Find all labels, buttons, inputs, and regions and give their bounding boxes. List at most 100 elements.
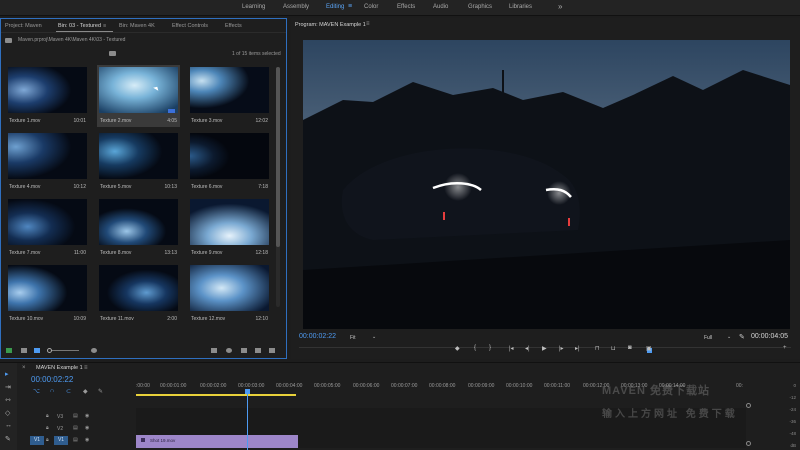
- resolution-dropdown[interactable]: Full: [704, 335, 712, 341]
- sync-lock-icon[interactable]: ▤: [73, 437, 78, 443]
- workspace-menu-icon[interactable]: ≡: [348, 3, 352, 10]
- more-workspaces-icon[interactable]: »: [558, 2, 562, 11]
- tab-bin-maven-4k[interactable]: Bin: Maven 4K: [119, 23, 155, 29]
- sequence-title[interactable]: MAVEN Example 1: [36, 365, 83, 371]
- go-to-in-icon[interactable]: |◂: [509, 345, 514, 352]
- playhead-timecode[interactable]: 00:00:02:22: [299, 333, 336, 340]
- add-button-icon[interactable]: +: [783, 345, 787, 351]
- tab-project[interactable]: Project: Maven: [5, 23, 42, 29]
- find-icon[interactable]: [226, 348, 232, 353]
- timeline-clip[interactable]: Shot 19.mov: [136, 435, 298, 448]
- thumbnail-item[interactable]: Texture 7.mov 11:00: [6, 197, 89, 259]
- nest-toggle-icon[interactable]: ⌥: [33, 388, 40, 395]
- sequence-menu-icon[interactable]: ≡: [84, 365, 88, 371]
- go-to-out-icon[interactable]: ▸|: [575, 345, 580, 352]
- settings-wrench-icon[interactable]: ✎: [739, 333, 745, 341]
- parent-folder-icon[interactable]: [109, 51, 116, 56]
- timeline-vertical-scrollbar[interactable]: [746, 403, 751, 448]
- ripple-edit-tool-icon[interactable]: ⇿: [5, 396, 11, 404]
- snap-icon[interactable]: ∩: [50, 388, 54, 394]
- sync-lock-icon[interactable]: ▤: [73, 425, 78, 431]
- zoom-level-dropdown[interactable]: Fit: [350, 335, 356, 341]
- thumbnail-item[interactable]: Texture 12.mov 12:10: [188, 263, 271, 325]
- clip-badge-icon: [168, 109, 175, 113]
- camera-export-frame-icon[interactable]: ◙: [628, 345, 632, 351]
- play-icon[interactable]: ▶: [542, 345, 547, 352]
- step-back-icon[interactable]: ◂|: [525, 345, 530, 352]
- thumbnail-item[interactable]: Texture 4.mov 10:12: [6, 131, 89, 193]
- source-patch-v1[interactable]: V1: [30, 436, 44, 445]
- add-marker-icon[interactable]: ◆: [455, 345, 460, 352]
- panel-menu-icon[interactable]: ≡: [366, 21, 370, 27]
- pen-tool-icon[interactable]: ✎: [5, 435, 11, 443]
- workspace-editing[interactable]: Editing: [326, 4, 344, 10]
- thumbnail-item-selected[interactable]: Texture 2.mov 4:05: [97, 65, 180, 127]
- icon-view-icon[interactable]: [34, 348, 40, 353]
- clip-duration: 7:18: [258, 184, 268, 190]
- timeline-settings-icon[interactable]: ✎: [98, 388, 103, 395]
- thumbnail-item[interactable]: Texture 8.mov 13:13: [97, 197, 180, 259]
- eye-icon[interactable]: ◉: [85, 437, 89, 443]
- workspace-learning[interactable]: Learning: [242, 4, 265, 10]
- razor-tool-icon[interactable]: ◇: [5, 409, 10, 417]
- timeline-playhead[interactable]: [247, 390, 248, 450]
- tab-effect-controls[interactable]: Effect Controls: [172, 23, 208, 29]
- thumbnail-item[interactable]: Texture 10.mov 10:09: [6, 263, 89, 325]
- scroll-handle-top[interactable]: [746, 403, 751, 408]
- tab-effects[interactable]: Effects: [225, 23, 242, 29]
- workspace-effects[interactable]: Effects: [397, 4, 415, 10]
- add-marker-icon[interactable]: ◆: [83, 388, 88, 395]
- clip-name: Texture 1.mov: [9, 118, 41, 124]
- sort-icon[interactable]: [91, 348, 97, 353]
- thumbnail-item[interactable]: Texture 1.mov 10:01: [6, 65, 89, 127]
- thumbnail-item[interactable]: Texture 5.mov 10:13: [97, 131, 180, 193]
- zoom-slider[interactable]: [51, 350, 79, 351]
- automate-to-sequence-icon[interactable]: [211, 348, 217, 353]
- workspace-audio[interactable]: Audio: [433, 4, 448, 10]
- ruler-tick: 00:00:09:00: [468, 383, 495, 389]
- mark-in-icon[interactable]: {: [474, 345, 476, 351]
- comparison-view-icon[interactable]: ▣: [646, 345, 652, 352]
- write-protect-icon[interactable]: [6, 348, 12, 353]
- thumbnail-item[interactable]: Texture 9.mov 12:18: [188, 197, 271, 259]
- selection-tool-icon[interactable]: ▸: [5, 370, 9, 378]
- extract-icon[interactable]: ⊔: [611, 345, 616, 352]
- track-select-tool-icon[interactable]: ⇥: [5, 383, 11, 391]
- thumbnail-item[interactable]: Texture 11.mov 2:00: [97, 263, 180, 325]
- tab-menu-icon[interactable]: ≡: [103, 23, 106, 29]
- scrollbar-thumb[interactable]: [276, 67, 280, 247]
- track-header-v1: V1 🔒︎ V1 ▤ ◉: [17, 436, 135, 446]
- thumbnail-item[interactable]: Texture 6.mov 7:18: [188, 131, 271, 193]
- program-video-frame[interactable]: [303, 40, 790, 329]
- close-sequence-icon[interactable]: ×: [22, 365, 26, 371]
- lift-icon[interactable]: ⊓: [595, 345, 600, 352]
- linked-selection-icon[interactable]: ⊂: [66, 388, 71, 395]
- thumbnail-item[interactable]: Texture 3.mov 12:02: [188, 65, 271, 127]
- scroll-handle-bottom[interactable]: [746, 441, 751, 446]
- lock-icon[interactable]: 🔒︎: [46, 437, 49, 443]
- new-bin-icon[interactable]: [241, 348, 247, 353]
- clip-duration: 12:02: [255, 118, 268, 124]
- list-view-icon[interactable]: [21, 348, 27, 353]
- work-area-bar[interactable]: [136, 394, 296, 396]
- lock-icon[interactable]: 🔒︎: [46, 413, 49, 419]
- step-forward-icon[interactable]: |▸: [559, 345, 564, 352]
- trash-icon[interactable]: [269, 348, 275, 353]
- workspace-libraries[interactable]: Libraries: [509, 4, 532, 10]
- workspace-graphics[interactable]: Graphics: [468, 4, 492, 10]
- eye-icon[interactable]: ◉: [85, 425, 89, 431]
- workspace-assembly[interactable]: Assembly: [283, 4, 309, 10]
- sequence-timecode[interactable]: 00:00:02:22: [31, 375, 73, 384]
- mark-out-icon[interactable]: }: [489, 345, 491, 351]
- lock-icon[interactable]: 🔒︎: [46, 425, 49, 431]
- slip-tool-icon[interactable]: ↔: [5, 422, 12, 429]
- sync-lock-icon[interactable]: ▤: [73, 413, 78, 419]
- project-scrollbar[interactable]: [276, 67, 280, 307]
- track-target-v1[interactable]: V1: [54, 436, 68, 445]
- new-item-icon[interactable]: [255, 348, 261, 353]
- zoom-slider-knob[interactable]: [47, 348, 52, 353]
- tab-bin-textured[interactable]: Bin: 03 - Textured: [58, 23, 101, 29]
- workspace-color[interactable]: Color: [364, 4, 378, 10]
- eye-icon[interactable]: ◉: [85, 413, 89, 419]
- project-footer: [1, 344, 286, 358]
